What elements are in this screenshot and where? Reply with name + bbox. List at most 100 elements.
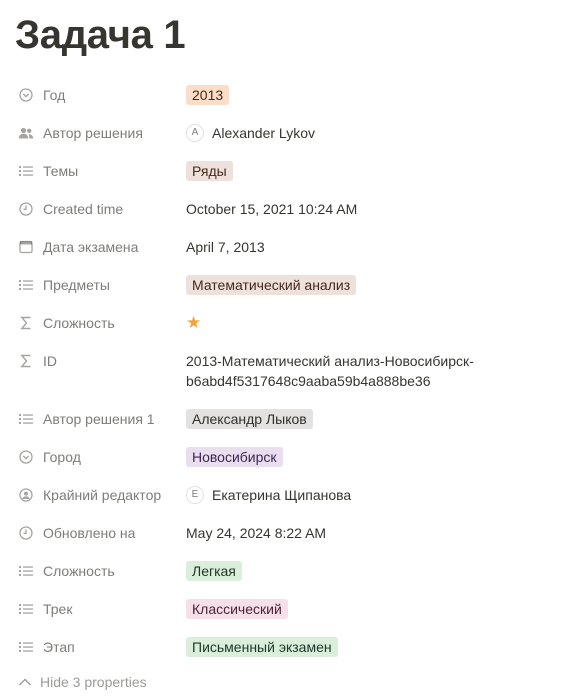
property-key[interactable]: Обновлено на [14,514,186,552]
property-value[interactable]: 2013 [186,76,562,114]
person-name: Екатерина Щипанова [212,487,352,503]
list-icon [17,276,35,294]
property-key[interactable]: Автор решения [14,114,186,152]
id-value: 2013-Математический анализ-Новосибирск- … [186,351,474,391]
clock-icon [17,524,35,542]
property-value[interactable]: Классический [186,590,562,628]
tag-difficulty[interactable]: Легкая [186,561,242,581]
property-key[interactable]: Трек [14,590,186,628]
hide-properties-button[interactable]: Hide 3 properties [17,674,147,690]
property-row-stage[interactable]: Этап Письменный экзамен [14,628,562,666]
star-icon: ★ [186,313,202,332]
property-row-last-editor[interactable]: Крайний редактор E Екатерина Щипанова [14,476,562,514]
chevron-up-icon [17,674,33,690]
property-value[interactable]: April 7, 2013 [186,228,562,266]
property-row-solution-author[interactable]: Автор решения A Alexander Lykov [14,114,562,152]
tag-city[interactable]: Новосибирск [186,447,283,467]
property-key[interactable]: Дата экзамена [14,228,186,266]
property-key[interactable]: Автор решения 1 [14,400,186,438]
created-time-value: October 15, 2021 10:24 AM [186,201,358,217]
property-row-updated-at[interactable]: Обновлено на May 24, 2024 8:22 AM [14,514,562,552]
property-value[interactable]: Письменный экзамен [186,628,562,666]
select-icon [17,448,35,466]
select-icon [17,86,35,104]
page-title: Задача 1 [15,13,186,57]
person-chip[interactable]: E Екатерина Щипанова [186,485,351,505]
calendar-icon [17,238,35,256]
property-key-label: Created time [43,201,124,217]
property-key-label: Автор решения [43,125,143,141]
property-key[interactable]: Город [14,438,186,476]
property-key-label: Обновлено на [43,525,136,541]
property-key-label: Предметы [43,277,110,293]
property-key[interactable]: Сложность [14,304,186,342]
formula-icon [17,314,35,332]
list-icon [17,562,35,580]
property-key[interactable]: Темы [14,152,186,190]
property-value: May 24, 2024 8:22 AM [186,514,562,552]
property-key[interactable]: Сложность [14,552,186,590]
property-value: ★ [186,304,562,342]
people-icon [17,124,35,142]
property-key[interactable]: Крайний редактор [14,476,186,514]
list-icon [17,638,35,656]
property-row-solution-author-1[interactable]: Автор решения 1 Александр Лыков [14,400,562,438]
updated-at-value: May 24, 2024 8:22 AM [186,525,327,541]
property-value[interactable]: Александр Лыков [186,400,562,438]
property-key[interactable]: Created time [14,190,186,228]
tag-track[interactable]: Классический [186,599,288,619]
property-row-difficulty-rating[interactable]: Сложность ★ [14,304,562,342]
property-value[interactable]: Ряды [186,152,562,190]
id-value-line-2: b6abd4f5317648c9aaba59b4a888be36 [186,373,431,389]
property-value[interactable]: Легкая [186,552,562,590]
avatar: A [186,124,204,142]
property-value: October 15, 2021 10:24 AM [186,190,562,228]
property-key-label: Сложность [43,315,115,331]
property-key-label: Автор решения 1 [43,411,155,427]
person-circle-icon [17,486,35,504]
property-key-label: Этап [43,639,75,655]
property-row-difficulty[interactable]: Сложность Легкая [14,552,562,590]
property-value[interactable]: A Alexander Lykov [186,114,562,152]
property-key[interactable]: Предметы [14,266,186,304]
list-icon [17,410,35,428]
property-row-city[interactable]: Город Новосибирск [14,438,562,476]
exam-date-value[interactable]: April 7, 2013 [186,237,265,257]
property-row-id[interactable]: ID 2013-Математический анализ-Новосибирс… [14,342,562,400]
property-key[interactable]: ID [14,342,186,380]
property-key-label: Крайний редактор [43,487,162,503]
properties-list: Год 2013 Автор решения A Alexander Lykov… [14,76,562,666]
property-key[interactable]: Год [14,76,186,114]
property-key-label: Трек [43,601,73,617]
id-value-line-1: 2013-Математический анализ-Новосибирск- [186,353,474,369]
property-key[interactable]: Этап [14,628,186,666]
list-icon [17,162,35,180]
property-row-topics[interactable]: Темы Ряды [14,152,562,190]
property-value: 2013-Математический анализ-Новосибирск- … [186,342,562,391]
formula-icon [17,352,35,370]
property-row-year[interactable]: Год 2013 [14,76,562,114]
tag-subject[interactable]: Математический анализ [186,275,357,295]
property-row-created-time[interactable]: Created time October 15, 2021 10:24 AM [14,190,562,228]
tag-stage[interactable]: Письменный экзамен [186,637,338,657]
tag-author[interactable]: Александр Лыков [186,409,313,429]
avatar: E [186,486,204,504]
tag-year[interactable]: 2013 [186,85,230,105]
tag-topic[interactable]: Ряды [186,161,233,181]
property-row-subjects[interactable]: Предметы Математический анализ [14,266,562,304]
property-value[interactable]: Новосибирск [186,438,562,476]
property-key-label: Темы [43,163,79,179]
clock-icon [17,200,35,218]
list-icon [17,600,35,618]
property-key-label: Сложность [43,563,115,579]
property-key-label: Дата экзамена [43,239,139,255]
property-value: E Екатерина Щипанова [186,476,562,514]
person-chip[interactable]: A Alexander Lykov [186,123,315,143]
property-key-label: Год [43,87,66,103]
property-key-label: Город [43,449,81,465]
property-key-label: ID [43,353,57,369]
property-row-exam-date[interactable]: Дата экзамена April 7, 2013 [14,228,562,266]
property-row-track[interactable]: Трек Классический [14,590,562,628]
hide-properties-label: Hide 3 properties [40,674,147,690]
property-value[interactable]: Математический анализ [186,266,562,304]
